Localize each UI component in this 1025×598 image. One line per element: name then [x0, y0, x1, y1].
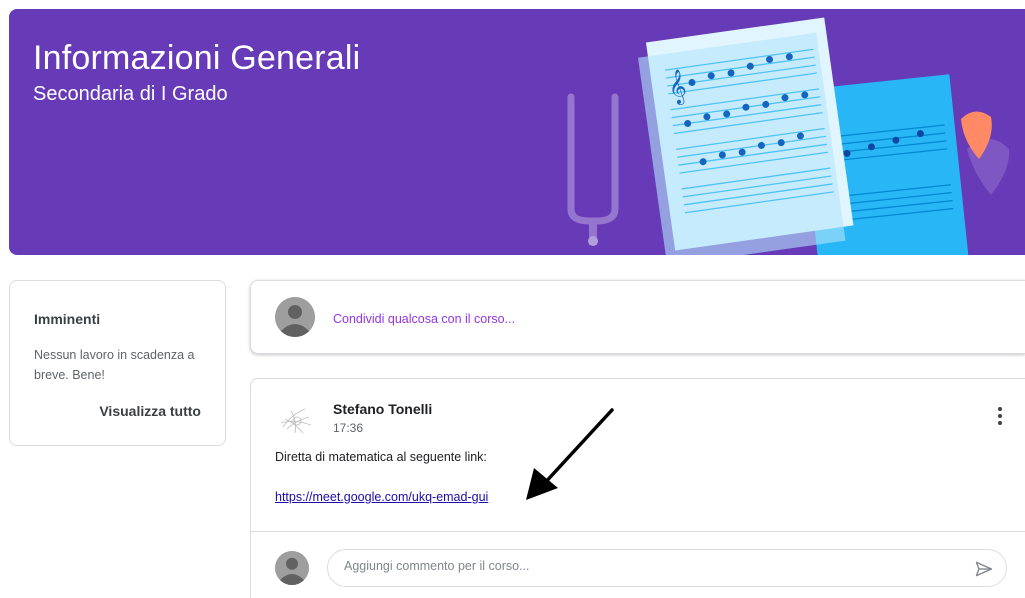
avatar-icon [275, 297, 315, 337]
post-time: 17:36 [333, 421, 364, 435]
post-body: Diretta di matematica al seguente link: [275, 450, 487, 464]
share-composer[interactable]: Condividi qualcosa con il corso... [250, 280, 1025, 354]
avatar-icon [275, 551, 309, 585]
author-avatar [275, 399, 317, 441]
tuning-fork-icon [567, 93, 619, 246]
share-prompt[interactable]: Condividi qualcosa con il corso... [333, 312, 515, 326]
announcement-post: Stefano Tonelli 17:36 Diretta di matemat… [250, 378, 1025, 598]
comment-input[interactable] [344, 559, 944, 573]
user-avatar [275, 297, 315, 337]
comment-box [327, 549, 1007, 587]
upcoming-title: Imminenti [34, 311, 101, 327]
course-banner: Informazioni Generali Secondaria di I Gr… [9, 9, 1025, 255]
guitar-pick-icon [961, 111, 1010, 195]
view-all-link[interactable]: Visualizza tutto [99, 403, 201, 419]
more-vert-icon[interactable] [995, 407, 1005, 429]
upcoming-card: Imminenti Nessun lavoro in scadenza a br… [9, 280, 226, 446]
post-author: Stefano Tonelli [333, 401, 433, 417]
commenter-avatar [275, 551, 309, 585]
course-section: Secondaria di I Grado [33, 83, 228, 105]
divider [251, 531, 1025, 532]
post-link[interactable]: https://meet.google.com/ukq-emad-gui [275, 490, 488, 504]
upcoming-message: Nessun lavoro in scadenza a breve. Bene! [34, 348, 195, 382]
course-title[interactable]: Informazioni Generali [33, 39, 360, 78]
sheet-music-icon: 𝄞 [567, 17, 1010, 255]
send-icon[interactable] [974, 559, 994, 579]
